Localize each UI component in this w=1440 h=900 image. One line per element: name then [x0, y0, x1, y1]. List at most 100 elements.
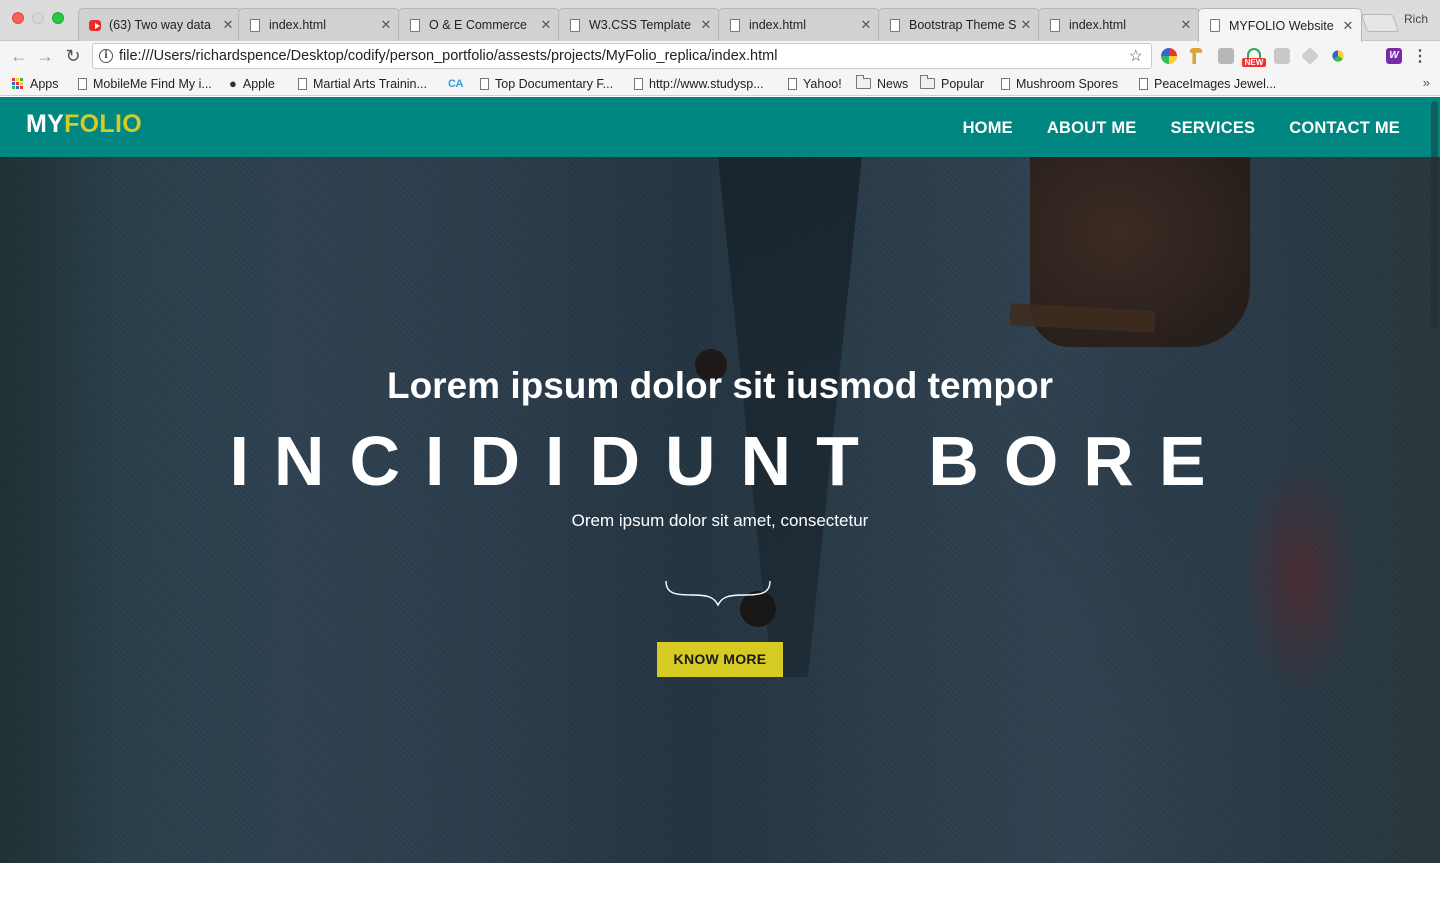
page-icon	[889, 18, 901, 32]
bookmark-item[interactable]: Martial Arts Trainin...	[298, 75, 427, 92]
address-bar[interactable]: i file:///Users/richardspence/Desktop/co…	[92, 43, 1152, 69]
camera-extension-icon[interactable]	[1274, 48, 1290, 64]
browser-tab[interactable]: O & E Commerce ✕	[398, 8, 560, 41]
bookmark-star-icon[interactable]: ☆	[1129, 46, 1143, 66]
image-extension-icon[interactable]	[1218, 48, 1234, 64]
dropbox-extension-icon[interactable]	[1300, 46, 1320, 66]
browser-tab[interactable]: W3.CSS Template ✕	[558, 8, 720, 41]
nav-link-contact-me[interactable]: CONTACT ME	[1289, 119, 1400, 138]
page-icon	[569, 18, 581, 32]
bookmark-item[interactable]: Top Documentary F...	[480, 75, 613, 92]
nav-link-services[interactable]: SERVICES	[1170, 119, 1255, 138]
browser-tab[interactable]: index.html ✕	[238, 8, 400, 41]
browser-tab[interactable]: (63) Two way data ✕	[78, 8, 242, 41]
logo-part-my: MY	[26, 110, 65, 138]
reload-icon[interactable]: ↻	[62, 45, 84, 67]
new-badge-extension-icon[interactable]: NEW	[1242, 48, 1266, 67]
extension-icon[interactable]: W	[1386, 48, 1402, 64]
key-extension-icon[interactable]	[1190, 48, 1202, 64]
bookmark-item[interactable]: News	[856, 75, 908, 92]
tab-close-icon[interactable]: ✕	[1179, 17, 1193, 33]
bookmark-label: Apps	[30, 76, 59, 91]
nav-link-about-me[interactable]: ABOUT ME	[1047, 119, 1137, 138]
forward-arrow-icon[interactable]: →	[34, 45, 56, 67]
browser-toolbar: ← → ↻ i file:///Users/richardspence/Desk…	[0, 41, 1440, 71]
bookmark-label: News	[877, 76, 909, 91]
browser-tab[interactable]: index.html ✕	[1038, 8, 1200, 41]
page-icon	[78, 77, 87, 90]
site-navbar: MYFOLIO HOME ABOUT ME SERVICES CONTACT M…	[0, 97, 1440, 157]
nav-links: HOME ABOUT ME SERVICES CONTACT ME	[963, 119, 1400, 138]
tab-title: W3.CSS Template	[589, 18, 691, 32]
page-icon	[409, 18, 421, 32]
tab-close-icon[interactable]: ✕	[379, 17, 393, 33]
folder-icon	[856, 75, 871, 89]
bookmark-label: http://www.studysp...	[649, 76, 764, 91]
bookmark-label: Mushroom Spores	[1016, 76, 1119, 91]
apps-grid-icon	[12, 77, 24, 90]
curly-brace-divider-icon	[665, 580, 771, 607]
page-icon	[298, 77, 307, 90]
bookmarks-bar: Apps MobileMe Find My i... ● Apple Marti…	[0, 71, 1440, 96]
page-icon	[729, 18, 741, 32]
color-wheel-extension-icon[interactable]	[1161, 48, 1177, 64]
page-icon	[480, 77, 489, 90]
tab-title: MYFOLIO Website	[1229, 18, 1334, 33]
site-logo[interactable]: MYFOLIO	[26, 110, 142, 139]
hero-section: Lorem ipsum dolor sit iusmod tempor INCI…	[0, 157, 1440, 863]
tab-close-icon[interactable]: ✕	[859, 17, 873, 33]
bookmark-label: Apple	[242, 76, 275, 91]
bookmark-item[interactable]: Mushroom Spores	[1001, 75, 1118, 92]
hero-subheading: Orem ipsum dolor sit amet, consectetur	[571, 511, 869, 530]
tab-close-icon[interactable]: ✕	[1341, 18, 1355, 34]
page-icon	[1001, 77, 1010, 90]
tab-close-icon[interactable]: ✕	[699, 17, 713, 33]
page-icon	[1209, 19, 1221, 33]
bookmark-item[interactable]: Yahoo!	[788, 75, 842, 92]
bookmark-item[interactable]: http://www.studysp...	[634, 75, 764, 92]
bookmark-item[interactable]: MobileMe Find My i...	[78, 75, 212, 92]
maximize-window-button[interactable]	[52, 12, 64, 24]
nav-link-home[interactable]: HOME	[963, 119, 1013, 138]
ca-icon: CA	[448, 77, 463, 90]
close-window-button[interactable]	[12, 12, 24, 24]
bookmark-label: Yahoo!	[803, 76, 842, 91]
more-bookmarks-chevron-icon[interactable]: »	[1423, 75, 1430, 90]
browser-tab[interactable]: index.html ✕	[718, 8, 880, 41]
bookmark-item[interactable]: Popular	[920, 75, 984, 92]
tab-title: O & E Commerce	[429, 18, 527, 32]
folder-icon	[920, 75, 935, 89]
new-badge: NEW	[1242, 58, 1266, 67]
know-more-button[interactable]: KNOW MORE	[657, 642, 783, 677]
tab-title: index.html	[1069, 18, 1126, 32]
browser-tab[interactable]: Bootstrap Theme S ✕	[878, 8, 1040, 41]
page-icon	[1139, 77, 1148, 90]
bookmark-item[interactable]: ● Apple	[229, 75, 275, 92]
minimize-window-button[interactable]	[32, 12, 44, 24]
bookmark-label: Top Documentary F...	[495, 76, 614, 91]
bookmark-item[interactable]: PeaceImages Jewel...	[1139, 75, 1276, 92]
bookmark-item[interactable]: CA	[448, 75, 469, 92]
tab-title: (63) Two way data	[109, 18, 211, 32]
tab-close-icon[interactable]: ✕	[539, 17, 553, 33]
page-icon	[634, 77, 643, 90]
tab-close-icon[interactable]: ✕	[1019, 17, 1033, 33]
address-url[interactable]: file:///Users/richardspence/Desktop/codi…	[119, 48, 1129, 64]
bookmark-label: Martial Arts Trainin...	[313, 76, 427, 91]
google-extension-icon[interactable]	[1332, 50, 1344, 62]
menu-dots-icon[interactable]: ⋮	[1412, 46, 1428, 66]
back-arrow-icon[interactable]: ←	[8, 45, 30, 67]
browser-tab-active[interactable]: MYFOLIO Website ✕	[1198, 8, 1362, 42]
info-icon[interactable]: i	[99, 49, 113, 63]
youtube-icon	[89, 18, 101, 32]
hero-content: Lorem ipsum dolor sit iusmod tempor INCI…	[0, 157, 1440, 863]
scrollbar-thumb[interactable]	[1431, 101, 1438, 329]
browser-tab-strip: (63) Two way data ✕ index.html ✕ O & E C…	[0, 0, 1440, 42]
profile-name[interactable]: Rich	[1404, 12, 1428, 26]
tab-close-icon[interactable]: ✕	[221, 17, 235, 33]
hero-big-title: INCIDIDUNT BORE	[229, 422, 1231, 500]
page-icon	[1049, 18, 1061, 32]
new-tab-button[interactable]	[1360, 14, 1400, 32]
tab-title: Bootstrap Theme S	[909, 18, 1017, 32]
bookmark-item[interactable]: Apps	[12, 75, 59, 92]
